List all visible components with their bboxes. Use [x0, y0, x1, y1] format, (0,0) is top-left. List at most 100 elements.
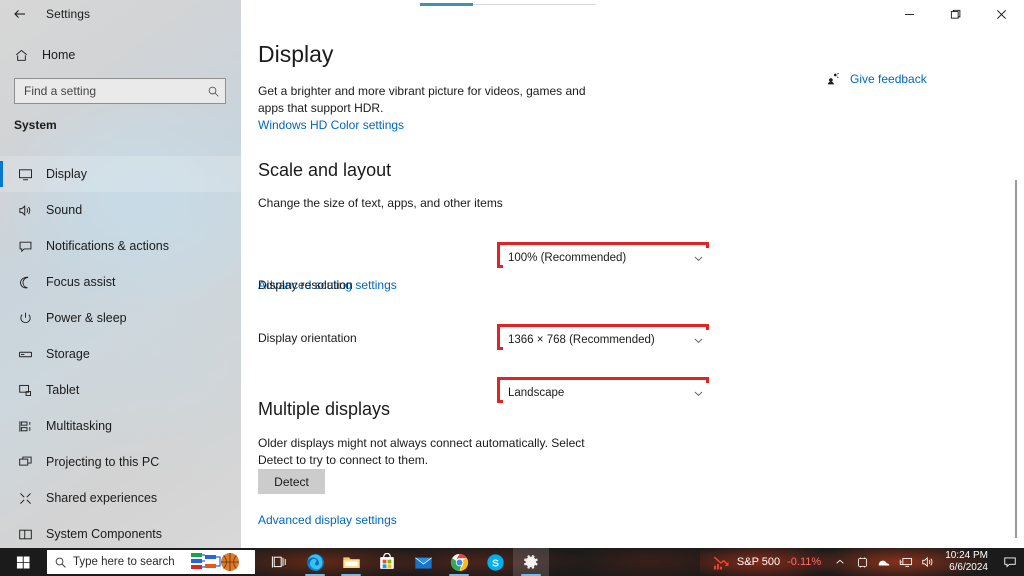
mail-button[interactable] — [405, 548, 441, 576]
folder-icon — [342, 556, 360, 568]
start-button[interactable] — [0, 548, 46, 576]
windows-hd-color-settings-link[interactable]: Windows HD Color settings — [258, 118, 404, 132]
slider-track — [473, 4, 596, 5]
moon-icon — [14, 271, 36, 293]
volume-tray-button[interactable] — [917, 548, 939, 576]
search-icon — [47, 556, 73, 569]
power-icon — [14, 307, 36, 329]
mail-icon — [414, 556, 432, 569]
sidebar-item-label: Sound — [46, 203, 83, 217]
orientation-combobox-value: Landscape — [508, 387, 565, 399]
orientation-combobox-highlight: Landscape — [497, 377, 709, 403]
resolution-field-label: Display resolution — [258, 278, 353, 292]
stock-name: S&P 500 — [736, 556, 781, 568]
gear-icon — [524, 555, 538, 569]
action-center-button[interactable] — [996, 548, 1024, 576]
scrollbar-thumb[interactable] — [1015, 180, 1017, 538]
sidebar-item-label: Tablet — [46, 383, 80, 397]
scale-combobox[interactable]: 100% (Recommended) — [503, 248, 709, 268]
network-tray-button[interactable] — [895, 548, 917, 576]
edge-icon — [306, 553, 324, 571]
orientation-combobox[interactable]: Landscape — [503, 383, 709, 403]
scrollbar[interactable] — [1011, 180, 1021, 548]
sidebar-item-focus-assist[interactable]: Focus assist — [0, 264, 241, 300]
resolution-combobox[interactable]: 1366 × 768 (Recommended) — [503, 330, 709, 350]
cloud-tray-button[interactable] — [873, 548, 895, 576]
give-feedback-link[interactable]: Give feedback — [850, 72, 927, 86]
projecting-icon — [14, 451, 36, 473]
window-controls — [886, 0, 1024, 28]
detect-button[interactable]: Detect — [258, 469, 325, 494]
clock[interactable]: 10:24 PM 6/6/2024 — [939, 548, 996, 576]
sidebar-item-label: Multitasking — [46, 419, 112, 433]
notification-icon — [14, 235, 36, 257]
sidebar-item-tablet[interactable]: Tablet — [0, 372, 241, 408]
taskbar-app-icons: S — [261, 548, 549, 576]
sidebar-item-storage[interactable]: Storage — [0, 336, 241, 372]
sidebar-item-label: Focus assist — [46, 275, 116, 289]
minimize-button[interactable] — [886, 0, 932, 28]
chevron-down-icon — [687, 388, 709, 399]
maximize-button[interactable] — [932, 0, 978, 28]
show-hidden-icons-button[interactable] — [829, 548, 851, 576]
scale-section-title: Scale and layout — [258, 160, 392, 180]
onedrive-icon — [857, 556, 867, 568]
taskbar-search-placeholder: Type here to search — [73, 556, 175, 568]
taskbar-search-input[interactable]: Type here to search — [47, 550, 255, 574]
home-label: Home — [42, 48, 76, 62]
task-view-button[interactable] — [261, 548, 297, 576]
sidebar-item-shared-experiences[interactable]: Shared experiences — [0, 480, 241, 516]
slider-fill — [420, 3, 473, 6]
network-monitor-icon — [899, 558, 913, 567]
stock-ticker[interactable]: S&P 500 -0.11% — [707, 548, 829, 576]
bracket-basketball-icon[interactable] — [187, 550, 255, 574]
sidebar-item-projecting[interactable]: Projecting to this PC — [0, 444, 241, 480]
monitor-icon — [14, 163, 36, 185]
onedrive-tray-button[interactable] — [851, 548, 873, 576]
tablet-icon — [14, 379, 36, 401]
cloud-icon — [878, 560, 890, 566]
sidebar-item-label: Display — [46, 167, 87, 181]
chevron-down-icon — [687, 335, 709, 346]
back-arrow-icon[interactable] — [0, 0, 40, 28]
orientation-field-label: Display orientation — [258, 331, 357, 345]
chevron-down-icon — [687, 253, 709, 264]
partial-slider-overlay[interactable] — [420, 3, 596, 6]
title-bar: Settings — [0, 0, 241, 28]
taskbar: Type here to search S S&P 500 -0.11% 10:… — [0, 548, 1024, 576]
sidebar-item-sound[interactable]: Sound — [0, 192, 241, 228]
sidebar-item-system-components[interactable]: System Components — [0, 516, 241, 548]
store-icon — [380, 553, 394, 569]
skype-button[interactable]: S — [477, 548, 513, 576]
system-tray: S&P 500 -0.11% 10:24 PM 6/6/2024 — [707, 548, 1024, 576]
svg-text:S: S — [492, 558, 499, 569]
speaker-icon — [14, 199, 36, 221]
sidebar: Settings Home Find a setting System Disp… — [0, 0, 241, 548]
advanced-display-settings-link[interactable]: Advanced display settings — [258, 513, 397, 527]
clock-date: 6/6/2024 — [949, 562, 988, 573]
sidebar-section-header: System — [14, 118, 57, 132]
storage-icon — [14, 343, 36, 365]
sidebar-item-label: Power & sleep — [46, 311, 127, 325]
microsoft-store-button[interactable] — [369, 548, 405, 576]
edge-button[interactable] — [297, 548, 333, 576]
sidebar-item-power-sleep[interactable]: Power & sleep — [0, 300, 241, 336]
stock-down-icon — [713, 556, 729, 569]
file-explorer-button[interactable] — [333, 548, 369, 576]
sidebar-item-home[interactable]: Home — [0, 44, 241, 66]
chrome-button[interactable] — [441, 548, 477, 576]
search-placeholder: Find a setting — [24, 84, 97, 98]
multiple-displays-section-title: Multiple displays — [258, 399, 391, 419]
speaker-icon — [922, 556, 933, 568]
scale-combobox-highlight: 100% (Recommended) — [497, 242, 709, 268]
settings-button[interactable] — [513, 548, 549, 576]
sidebar-item-display[interactable]: Display — [0, 156, 241, 192]
sidebar-item-label: Storage — [46, 347, 90, 361]
sidebar-item-notifications[interactable]: Notifications & actions — [0, 228, 241, 264]
give-feedback[interactable]: Give feedback — [824, 72, 927, 86]
search-input[interactable]: Find a setting — [14, 78, 226, 104]
close-button[interactable] — [978, 0, 1024, 28]
sidebar-item-label: System Components — [46, 527, 163, 541]
sidebar-item-multitasking[interactable]: Multitasking — [0, 408, 241, 444]
chrome-icon — [450, 553, 468, 571]
